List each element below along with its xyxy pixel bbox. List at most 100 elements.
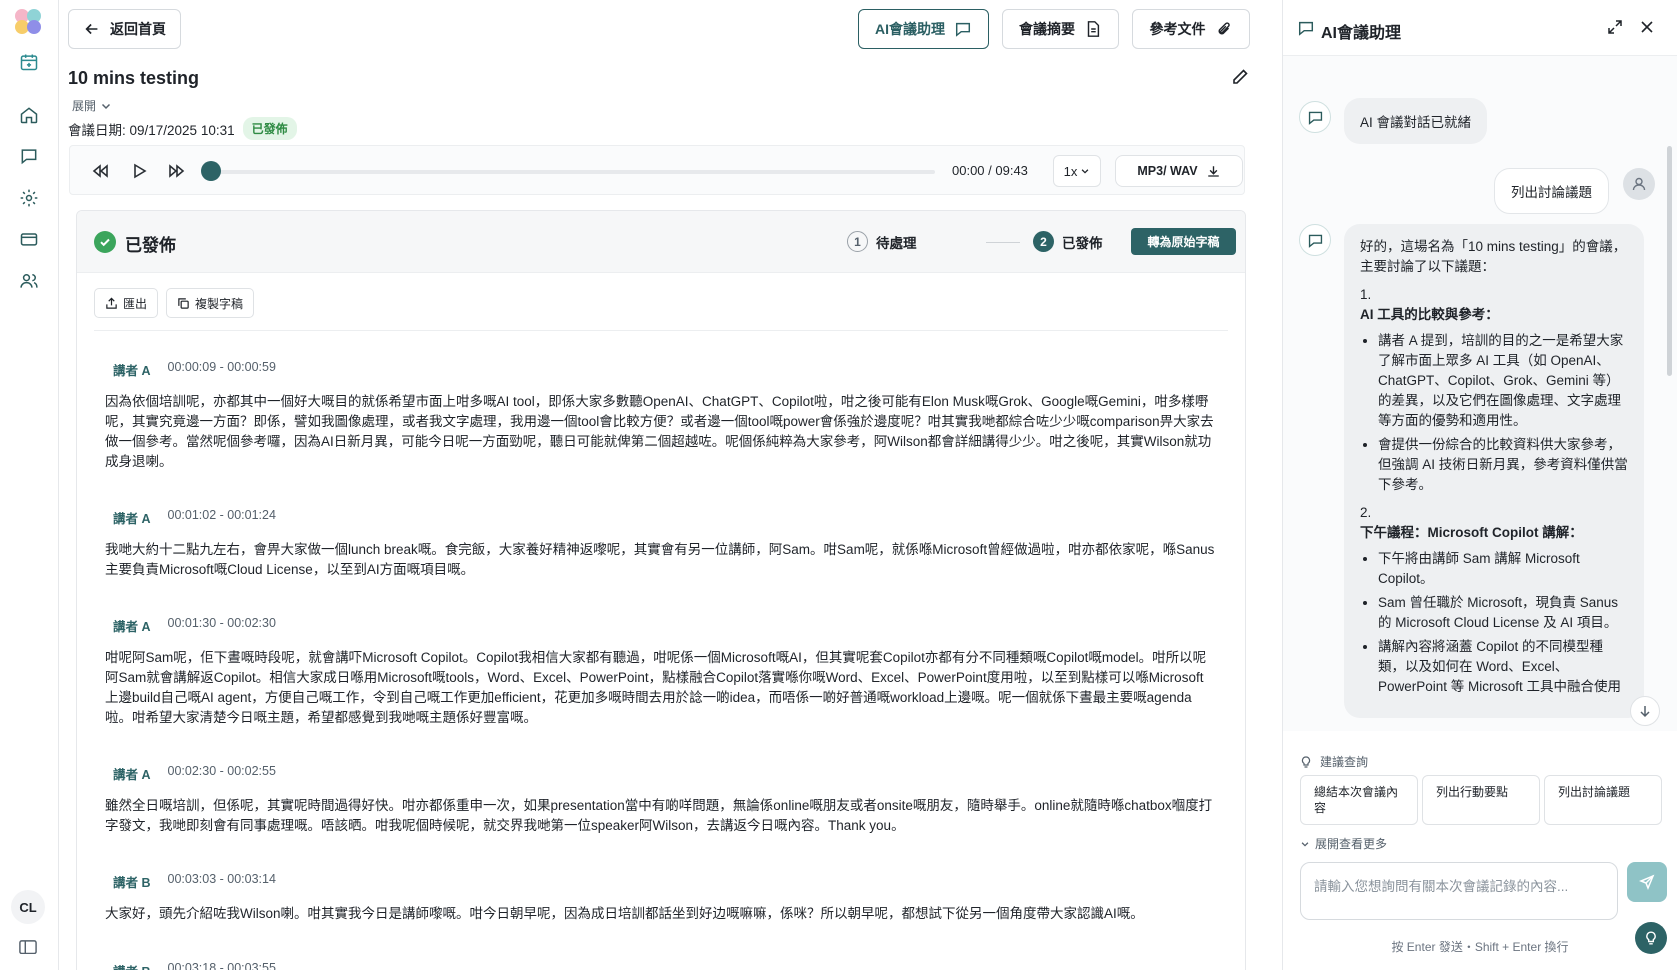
user-initials: CL <box>19 899 37 915</box>
segment-time[interactable]: 00:03:03 - 00:03:14 <box>168 872 276 891</box>
answer-bullet-list: 講者 A 提到，培訓的目的之一是希望大家了解市面上眾多 AI 工具（如 Open… <box>1360 331 1628 495</box>
answer-bullet: Sam 曾任職於 Microsoft，現負責 Sanus 的 Microsoft… <box>1378 593 1628 633</box>
billing-card-icon[interactable] <box>13 223 45 255</box>
copy-label: 複製字稿 <box>195 296 244 311</box>
transcript-segment: 講者 B 00:03:18 - 00:03:55 <box>105 961 1215 970</box>
settings-icon[interactable] <box>13 182 45 214</box>
suggestion-chip[interactable]: 列出行動要點 <box>1422 775 1540 825</box>
back-home-button[interactable]: 返回首頁 <box>68 9 181 49</box>
show-more-toggle[interactable]: 展開查看更多 <box>1300 835 1387 852</box>
assistant-ready-message: AI 會議對話已就緒 <box>1344 98 1488 144</box>
help-lightbulb-icon[interactable] <box>1635 922 1667 954</box>
user-avatar[interactable]: CL <box>11 890 45 924</box>
chevron-down-icon <box>1082 169 1089 174</box>
calendar-icon[interactable] <box>13 46 45 78</box>
segment-time[interactable]: 00:01:02 - 00:01:24 <box>168 508 276 527</box>
transcript-segment: 講者 A 00:02:30 - 00:02:55 雖然全日嘅培訓，但係呢，其實呢時… <box>105 764 1215 836</box>
expand-icon[interactable] <box>1607 19 1623 35</box>
export-label: 匯出 <box>123 296 148 311</box>
answer-bullet: 會提供一份綜合的比較資料供大家參考，但強調 AI 技術日新月異，參考資料僅供當下… <box>1378 435 1628 495</box>
answer-bullet-list: 下午將由講師 Sam 講解 Microsoft Copilot。 Sam 曾任職… <box>1360 549 1628 697</box>
user-message: 列出討論議題 <box>1494 168 1609 214</box>
chat-bot-icon[interactable] <box>13 140 45 172</box>
sidebar-collapse-icon[interactable] <box>19 940 37 956</box>
close-icon[interactable] <box>1639 19 1655 35</box>
panel-title: AI會議助理 <box>1321 25 1402 42</box>
download-icon <box>1207 165 1219 177</box>
paperclip-icon <box>1218 22 1230 35</box>
chat-scrollbar[interactable] <box>1667 146 1672 376</box>
segment-text: 雖然全日嘅培訓，但係呢，其實呢時間過得好快。咁亦都係重申一次，如果present… <box>105 798 1213 833</box>
answer-section-heading: AI 工具的比較與參考： <box>1360 307 1499 322</box>
chevron-down-icon <box>1301 841 1309 847</box>
download-label: MP3/ WAV <box>1137 164 1198 178</box>
suggestion-chip[interactable]: 總結本次會議內容 <box>1300 775 1418 825</box>
suggestion-chip[interactable]: 列出討論議題 <box>1544 775 1662 825</box>
step-published: 2 已發佈 <box>1033 231 1103 252</box>
ai-assistant-button[interactable]: AI會議助理 <box>858 9 989 49</box>
scroll-down-button[interactable] <box>1630 696 1660 726</box>
reference-docs-button[interactable]: 參考文件 <box>1132 9 1250 49</box>
transcript-status-title: 已發佈 <box>125 236 176 255</box>
transcript-card-header: 已發佈 1 待處理 2 已發佈 轉為原始字稿 <box>77 211 1245 273</box>
play-icon[interactable] <box>129 161 149 181</box>
meeting-title: 10 mins testing <box>68 68 200 88</box>
assistant-avatar-icon <box>1299 101 1331 133</box>
download-audio-button[interactable]: MP3/ WAV <box>1115 155 1243 187</box>
arrow-left-icon <box>85 23 98 35</box>
chat-input[interactable]: 請輸入您想詢問有關本次會議記錄的內容... <box>1300 862 1618 920</box>
segment-time[interactable]: 00:00:09 - 00:00:59 <box>168 360 276 379</box>
rewind-icon[interactable] <box>90 161 110 181</box>
step-number: 1 <box>847 231 868 252</box>
segment-text: 大家好，頭先介紹咗我Wilson喇。咁其實我今日是講師嚟嘅。咁今日朝早呢，因為成… <box>105 906 1144 921</box>
upload-icon <box>106 297 117 309</box>
segment-time[interactable]: 00:01:30 - 00:02:30 <box>168 616 276 635</box>
arrow-down-icon <box>1640 706 1650 718</box>
assistant-avatar-icon <box>1299 224 1331 256</box>
panel-header: AI會議助理 <box>1283 0 1677 56</box>
transcript-segment: 講者 B 00:03:03 - 00:03:14 大家好，頭先介紹咗我Wilson… <box>105 872 1215 924</box>
step-label: 已發佈 <box>1062 235 1103 251</box>
back-home-label: 返回首頁 <box>110 21 166 37</box>
app-logo[interactable] <box>15 9 43 35</box>
convert-to-original-button[interactable]: 轉為原始字稿 <box>1131 228 1236 255</box>
check-circle-icon <box>94 231 116 253</box>
expand-details-toggle[interactable]: 展開 <box>72 97 112 114</box>
send-icon <box>1639 874 1655 890</box>
chat-thread: AI 會議對話已就緒 列出討論議題 好的，這場名為「10 mins testin… <box>1283 56 1677 731</box>
answer-bullet: 下午將由講師 Sam 講解 Microsoft Copilot。 <box>1378 549 1628 589</box>
ai-assistant-panel: AI會議助理 AI 會議對話已就緒 列出討論議題 好的，這場名為「10 mins… <box>1282 0 1677 970</box>
left-rail: CL <box>0 0 59 970</box>
progress-handle[interactable] <box>201 161 221 181</box>
playback-time: 00:00 / 09:43 <box>952 163 1028 178</box>
segment-text: 因為依個培訓呢，亦都其中一個好大嘅目的就係希望市面上咁多嘅AI tool，即係大… <box>105 394 1214 469</box>
answer-section-number: 2. <box>1360 505 1372 520</box>
ai-assistant-label: AI會議助理 <box>875 21 945 37</box>
meeting-summary-button[interactable]: 會議摘要 <box>1002 9 1119 49</box>
home-icon[interactable] <box>13 99 45 131</box>
fast-forward-icon[interactable] <box>167 161 187 181</box>
step-label: 待處理 <box>876 235 917 251</box>
copy-icon <box>178 297 189 309</box>
segment-time[interactable]: 00:02:30 - 00:02:55 <box>168 764 276 783</box>
toolbar-divider <box>94 330 1228 331</box>
main-content: 返回首頁 AI會議助理 會議摘要 參考文件 10 mins testing 展開… <box>59 0 1329 970</box>
chevron-down-icon <box>101 103 111 109</box>
playback-speed-select[interactable]: 1x <box>1053 155 1101 187</box>
transcript-card: 已發佈 1 待處理 2 已發佈 轉為原始字稿 匯出 複製字稿 講者 A 00:00… <box>76 210 1246 970</box>
users-icon[interactable] <box>13 265 45 297</box>
chat-bot-icon <box>955 22 971 37</box>
speaker-label: 講者 A <box>113 768 151 782</box>
user-avatar-icon <box>1623 168 1655 200</box>
copy-transcript-button[interactable]: 複製字稿 <box>166 288 255 318</box>
send-button[interactable] <box>1627 862 1667 902</box>
answer-section-heading: 下午議程：Microsoft Copilot 講解： <box>1360 525 1583 540</box>
edit-pencil-icon[interactable] <box>1230 67 1250 87</box>
meeting-summary-label: 會議摘要 <box>1019 21 1075 37</box>
export-button[interactable]: 匯出 <box>94 288 159 318</box>
speaker-label: 講者 A <box>113 512 151 526</box>
progress-track[interactable] <box>210 170 935 174</box>
speaker-label: 講者 A <box>113 364 151 378</box>
suggested-queries-label: 建議查詢 <box>1300 753 1368 770</box>
segment-time[interactable]: 00:03:18 - 00:03:55 <box>168 961 276 970</box>
